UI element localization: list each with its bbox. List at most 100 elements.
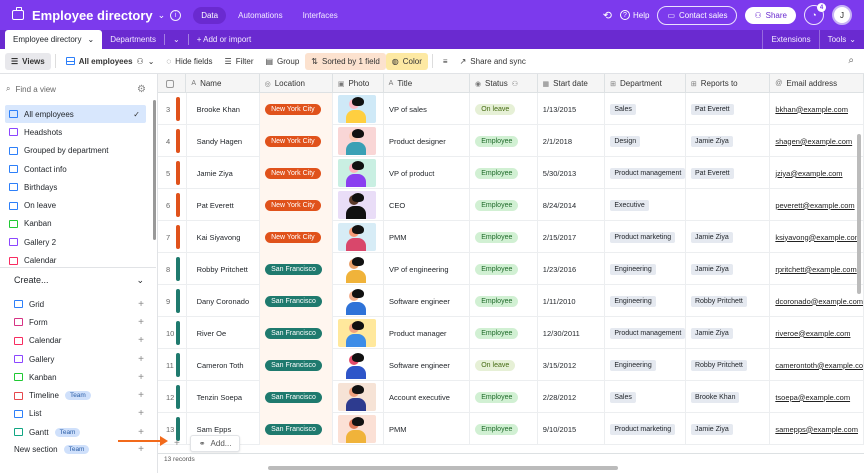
start-date-cell[interactable]: 1/11/2010 [538, 285, 606, 317]
column-header[interactable]: ◉ Status ⚇ [470, 74, 538, 93]
create-item-gallery[interactable]: Gallery + [14, 350, 144, 368]
title-cell[interactable]: Product manager [384, 317, 471, 349]
reports-to-cell[interactable]: Jamie Ziya [686, 221, 771, 253]
table-row[interactable]: 12 Tenzin Soepa San Francisco Account execu… [158, 381, 864, 413]
department-cell[interactable]: Product management [605, 157, 686, 189]
name-cell[interactable]: Pat Everett [187, 189, 261, 221]
status-cell[interactable]: Employee [470, 221, 538, 253]
create-section-header[interactable]: Create... ⌄ [14, 275, 144, 286]
new-section-button[interactable]: New section Team + [14, 444, 144, 455]
status-cell[interactable]: Employee [470, 157, 538, 189]
status-cell[interactable]: Employee [470, 317, 538, 349]
name-cell[interactable]: Sandy Hagen [187, 125, 261, 157]
photo-cell[interactable] [333, 349, 385, 381]
create-item-timeline[interactable]: Timeline Team + [14, 386, 144, 404]
department-cell[interactable]: Engineering [605, 253, 686, 285]
photo-cell[interactable] [333, 221, 385, 253]
find-view-field[interactable]: ⌕ Find a view ⚙ [6, 80, 146, 98]
photo-cell[interactable] [333, 125, 385, 157]
title-cell[interactable]: Software engineer [384, 285, 471, 317]
reports-to-cell[interactable]: Jamie Ziya [686, 253, 771, 285]
column-header[interactable]: A Name [186, 74, 260, 93]
name-cell[interactable]: Kai Siyavong [187, 221, 261, 253]
column-header[interactable]: A Title [384, 74, 470, 93]
sidebar-view-item[interactable]: Gallery 2 [5, 233, 146, 251]
title-cell[interactable]: VP of sales [384, 93, 471, 125]
name-cell[interactable]: River Oe [187, 317, 261, 349]
name-cell[interactable]: Tenzin Soepa [187, 381, 261, 413]
filter-button[interactable]: ☰ Filter [219, 53, 260, 70]
email-cell[interactable]: camerontoth@example.com [770, 349, 864, 381]
reports-to-cell[interactable]: Jamie Ziya [686, 317, 771, 349]
sort-button[interactable]: ⇅ Sorted by 1 field [305, 52, 386, 70]
photo-cell[interactable] [333, 189, 385, 221]
sidebar-view-item[interactable]: Birthdays [5, 178, 146, 196]
create-item-kanban[interactable]: Kanban + [14, 368, 144, 386]
column-header[interactable]: @ Email address [770, 74, 864, 93]
hide-fields-button[interactable]: ◌ Hide fields [160, 53, 218, 70]
photo-cell[interactable] [333, 381, 385, 413]
email-cell[interactable]: jziya@example.com [770, 157, 864, 189]
email-link[interactable]: tsoepa@example.com [775, 393, 850, 402]
create-item-calendar[interactable]: Calendar + [14, 332, 144, 350]
title-cell[interactable]: VP of product [384, 157, 471, 189]
title-cell[interactable]: CEO [384, 189, 471, 221]
title-cell[interactable]: Product designer [384, 125, 471, 157]
start-date-cell[interactable]: 1/13/2015 [538, 93, 606, 125]
reports-to-cell[interactable]: Robby Pritchett [686, 349, 771, 381]
column-header[interactable]: ▦ Start date [538, 74, 606, 93]
view-switcher[interactable]: All employees ⚇ ⌄ [60, 53, 161, 70]
sidebar-view-item[interactable]: On leave [5, 196, 146, 214]
tools-button[interactable]: Tools ⌄ [818, 30, 864, 49]
contact-sales-button[interactable]: ▭ Contact sales [657, 5, 738, 25]
email-link[interactable]: dcoronado@example.com [775, 297, 863, 306]
reports-to-cell[interactable]: Robby Pritchett [686, 285, 771, 317]
email-cell[interactable]: bkhan@example.com [770, 93, 864, 125]
department-cell[interactable]: Sales [605, 381, 686, 413]
create-item-list[interactable]: List + [14, 405, 144, 423]
location-cell[interactable]: New York City [260, 221, 334, 253]
column-header[interactable]: ▣ Photo [333, 74, 384, 93]
department-cell[interactable]: Executive [605, 189, 686, 221]
email-cell[interactable]: dcoronado@example.com [770, 285, 864, 317]
color-button[interactable]: ◍ Color [385, 52, 428, 70]
email-cell[interactable]: shagen@example.com [770, 125, 864, 157]
table-row[interactable]: 6 Pat Everett New York City CEO Employee 8/24… [158, 189, 864, 221]
select-all-checkbox[interactable] [158, 74, 187, 93]
start-date-cell[interactable]: 1/23/2016 [538, 253, 606, 285]
email-link[interactable]: riveroe@example.com [775, 329, 850, 338]
department-cell[interactable]: Design [605, 125, 686, 157]
email-link[interactable]: shagen@example.com [775, 137, 852, 146]
group-button[interactable]: ▤ Group [259, 53, 305, 70]
start-date-cell[interactable]: 2/1/2018 [538, 125, 606, 157]
department-cell[interactable]: Engineering [605, 285, 686, 317]
help-button[interactable]: ? Help [619, 10, 649, 20]
email-link[interactable]: peverett@example.com [775, 201, 854, 210]
views-toggle-button[interactable]: ☰ Views [5, 52, 51, 70]
status-cell[interactable]: On leave [470, 349, 538, 381]
email-cell[interactable]: riveroe@example.com [770, 317, 864, 349]
start-date-cell[interactable]: 5/30/2013 [538, 157, 606, 189]
name-cell[interactable]: Robby Pritchett [187, 253, 261, 285]
location-cell[interactable]: New York City [260, 157, 334, 189]
column-header[interactable]: ⊞ Reports to [686, 74, 771, 93]
status-cell[interactable]: On leave [470, 93, 538, 125]
reports-to-cell[interactable]: Pat Everett [686, 157, 771, 189]
location-cell[interactable]: San Francisco [260, 253, 334, 285]
email-link[interactable]: jziya@example.com [775, 169, 842, 178]
table-row[interactable]: 7 Kai Siyavong New York City PMM Employee 2/1… [158, 221, 864, 253]
location-cell[interactable]: San Francisco [260, 381, 334, 413]
location-cell[interactable]: San Francisco [260, 317, 334, 349]
status-cell[interactable]: Employee [470, 253, 538, 285]
email-cell[interactable]: peverett@example.com [770, 189, 864, 221]
tab-data[interactable]: Data [193, 6, 227, 24]
history-icon[interactable]: ⟲ [603, 9, 612, 22]
add-row-plus-icon[interactable]: + [174, 438, 180, 449]
photo-cell[interactable] [333, 157, 385, 189]
department-cell[interactable]: Product management [605, 317, 686, 349]
table-row[interactable]: 3 Brooke Khan New York City VP of sales On l… [158, 93, 864, 125]
location-cell[interactable]: New York City [260, 125, 334, 157]
title-cell[interactable]: Account executive [384, 381, 471, 413]
table-row[interactable]: 4 Sandy Hagen New York City Product designe… [158, 125, 864, 157]
start-date-cell[interactable]: 2/15/2017 [538, 221, 606, 253]
